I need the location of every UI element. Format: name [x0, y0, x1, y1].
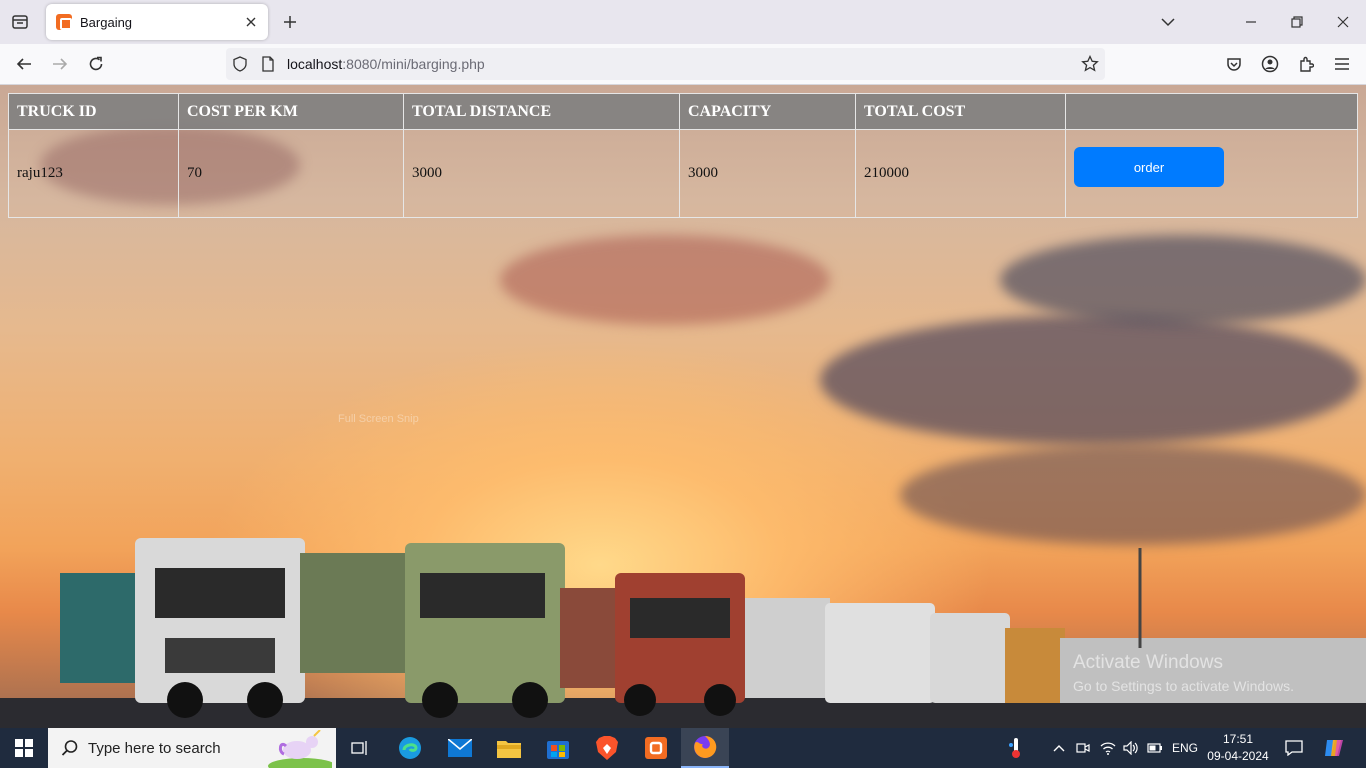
close-window-icon[interactable] — [1331, 10, 1355, 34]
edge-browser-icon[interactable] — [392, 728, 428, 768]
xampp-favicon-icon — [56, 14, 72, 30]
menu-hamburger-icon[interactable] — [1330, 52, 1354, 76]
minimize-icon[interactable] — [1239, 10, 1263, 34]
weather-thermometer-icon[interactable] — [1004, 728, 1028, 768]
column-header-total-cost: TOTAL COST — [855, 93, 1066, 130]
battery-icon[interactable] — [1144, 728, 1166, 768]
cell-total-cost: 210000 — [855, 129, 1066, 218]
url-host: localhost — [287, 56, 343, 72]
input-language-indicator[interactable]: ENG — [1168, 728, 1202, 768]
tracking-protection-shield-icon[interactable] — [232, 56, 248, 72]
clock-date: 09-04-2024 — [1207, 749, 1269, 763]
copilot-icon[interactable] — [1318, 728, 1350, 768]
cell-truck-id: raju123 — [8, 129, 179, 218]
search-placeholder: Type here to search — [88, 739, 221, 757]
cell-total-distance: 3000 — [403, 129, 680, 218]
close-tab-icon[interactable] — [242, 13, 260, 31]
activate-subtitle: Go to Settings to activate Windows. — [1073, 678, 1294, 694]
file-explorer-icon[interactable] — [491, 728, 527, 768]
system-clock[interactable]: 17:51 09-04-2024 — [1198, 731, 1278, 765]
column-header-capacity: CAPACITY — [679, 93, 856, 130]
notifications-icon[interactable] — [1280, 728, 1308, 768]
network-wifi-icon[interactable] — [1097, 728, 1119, 768]
brave-browser-icon[interactable] — [589, 728, 625, 768]
column-header-truck-id: TRUCK ID — [8, 93, 179, 130]
search-icon — [61, 740, 78, 756]
navigation-bar: localhost:8080/mini/barging.php — [0, 44, 1366, 85]
volume-speaker-icon[interactable] — [1120, 728, 1142, 768]
start-windows-icon[interactable] — [0, 728, 48, 768]
order-button[interactable]: order — [1074, 147, 1224, 188]
show-hidden-icons-chevron-icon[interactable] — [1049, 728, 1069, 768]
bookmark-star-icon[interactable] — [1081, 55, 1099, 73]
tab-bar: Bargaing — [0, 0, 1366, 44]
url-text[interactable]: localhost:8080/mini/barging.php — [287, 56, 485, 72]
windows-taskbar: Type here to search ENG 17:51 09-04-2024 — [0, 728, 1366, 768]
column-header-action — [1065, 93, 1358, 130]
column-header-cost-per-km: COST PER KM — [178, 93, 404, 130]
firefox-icon[interactable] — [681, 728, 729, 768]
new-tab-plus-icon[interactable] — [279, 11, 301, 33]
url-path: :8080/mini/barging.php — [342, 56, 485, 72]
cloud-shape — [500, 235, 830, 325]
page-background: TRUCK ID COST PER KM TOTAL DISTANCE CAPA… — [0, 85, 1366, 728]
cell-capacity: 3000 — [679, 129, 856, 218]
cloud-shape — [1000, 235, 1366, 325]
cloud-shape — [820, 315, 1360, 445]
table-row: raju123 70 3000 3000 210000 order — [8, 129, 1358, 218]
account-icon[interactable] — [1258, 52, 1282, 76]
page-info-icon[interactable] — [261, 56, 275, 72]
trucks-image — [0, 538, 1366, 728]
column-header-total-distance: TOTAL DISTANCE — [403, 93, 680, 130]
taskbar-search-box[interactable]: Type here to search — [48, 728, 336, 768]
task-view-icon[interactable] — [342, 728, 378, 768]
mail-icon[interactable] — [442, 728, 478, 768]
extensions-icon[interactable] — [1294, 52, 1318, 76]
tab-title: Bargaing — [80, 14, 133, 30]
address-bar[interactable]: localhost:8080/mini/barging.php — [226, 48, 1105, 80]
unicorn-illustration-icon — [268, 730, 332, 768]
tab-list-icon[interactable] — [8, 10, 32, 34]
meet-now-icon[interactable] — [1073, 728, 1093, 768]
cell-action: order — [1065, 129, 1358, 218]
active-tab[interactable]: Bargaing — [46, 4, 268, 40]
snip-overlay-text: Full Screen Snip — [338, 413, 419, 425]
truck-bargaining-table: TRUCK ID COST PER KM TOTAL DISTANCE CAPA… — [8, 93, 1358, 218]
list-all-tabs-chevron-icon[interactable] — [1156, 10, 1180, 34]
cell-cost-per-km: 70 — [178, 129, 404, 218]
table-header-row: TRUCK ID COST PER KM TOTAL DISTANCE CAPA… — [8, 93, 1358, 130]
forward-arrow-icon[interactable] — [48, 52, 72, 76]
restore-icon[interactable] — [1285, 10, 1309, 34]
activate-windows-watermark: Activate Windows Go to Settings to activ… — [1073, 652, 1294, 694]
activate-title: Activate Windows — [1073, 652, 1223, 673]
xampp-icon[interactable] — [638, 728, 674, 768]
reload-icon[interactable] — [84, 52, 108, 76]
back-arrow-icon[interactable] — [12, 52, 36, 76]
microsoft-store-icon[interactable] — [540, 728, 576, 768]
pocket-icon[interactable] — [1222, 52, 1246, 76]
clock-time: 17:51 — [1222, 732, 1254, 746]
